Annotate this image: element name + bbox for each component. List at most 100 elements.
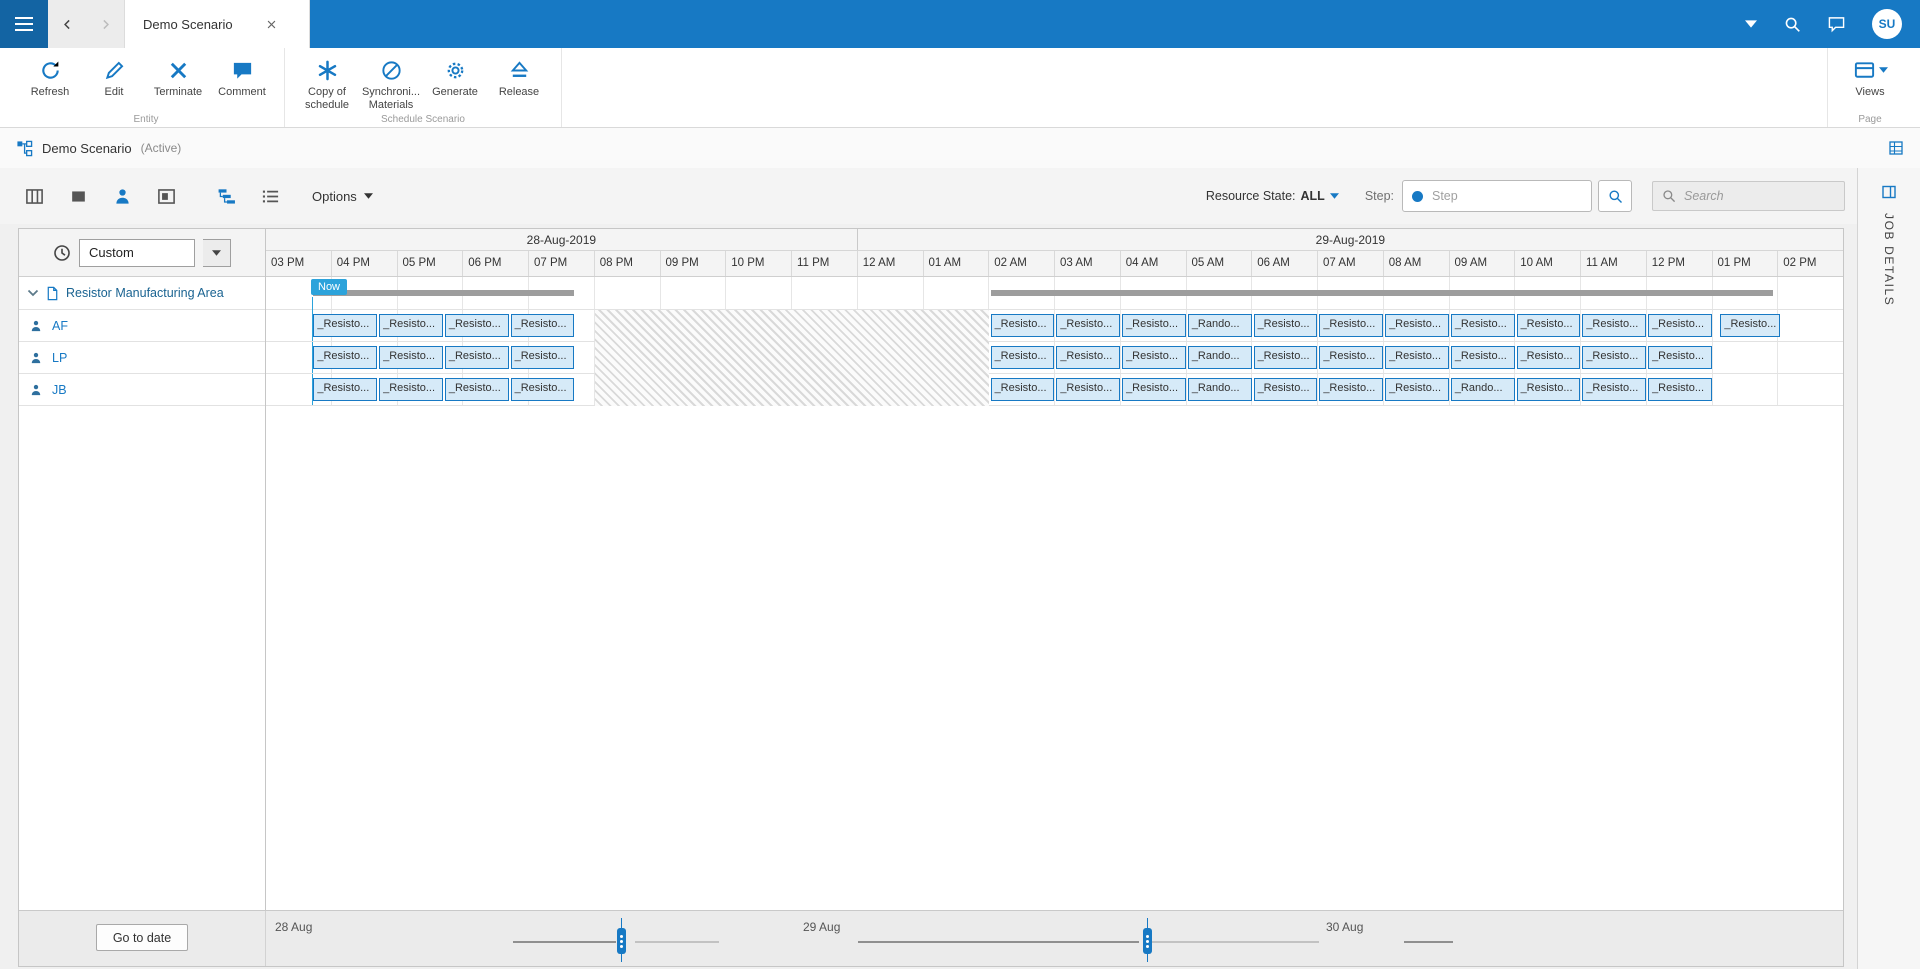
- dropdown-caret-icon[interactable]: [1745, 20, 1757, 28]
- task-bar[interactable]: _Resisto...: [1385, 346, 1449, 369]
- task-bar[interactable]: _Resisto...: [1582, 314, 1646, 337]
- search-input[interactable]: [1684, 189, 1835, 203]
- task-bar[interactable]: _Resisto...: [1254, 314, 1318, 337]
- views-button[interactable]: Views: [1838, 55, 1902, 99]
- task-bar[interactable]: _Resisto...: [1056, 378, 1120, 401]
- task-bar[interactable]: _Resisto...: [1319, 378, 1383, 401]
- task-bar[interactable]: _Resisto...: [1582, 346, 1646, 369]
- hamburger-menu-button[interactable]: [0, 0, 48, 48]
- overview-range-handle[interactable]: [1143, 928, 1152, 954]
- tab-demo-scenario[interactable]: Demo Scenario: [124, 0, 310, 48]
- resource-label-lp[interactable]: LP: [19, 342, 265, 374]
- time-preset-caret-button[interactable]: [203, 239, 231, 267]
- avatar[interactable]: SU: [1872, 9, 1902, 39]
- tab-strip: Demo Scenario: [48, 0, 310, 48]
- blocks-view-button[interactable]: [60, 180, 96, 212]
- task-bar[interactable]: _Resisto...: [1385, 314, 1449, 337]
- forward-button[interactable]: [86, 0, 124, 48]
- chevron-down-icon[interactable]: [27, 289, 39, 297]
- task-bar[interactable]: _Rando...: [1451, 378, 1515, 401]
- search-icon[interactable]: [1784, 16, 1801, 33]
- task-bar[interactable]: _Resisto...: [1517, 346, 1581, 369]
- task-bar[interactable]: _Resisto...: [1122, 314, 1186, 337]
- task-bar[interactable]: _Resisto...: [1122, 346, 1186, 369]
- hour-header-cell: 12 PM: [1647, 251, 1713, 276]
- task-bar[interactable]: _Resisto...: [1517, 378, 1581, 401]
- task-bar[interactable]: _Resisto...: [379, 346, 443, 369]
- refresh-icon: [39, 59, 62, 82]
- task-bar[interactable]: _Resisto...: [511, 346, 575, 369]
- gantt-tree-view-button[interactable]: [208, 180, 244, 212]
- task-bar[interactable]: _Resisto...: [991, 314, 1055, 337]
- task-bar[interactable]: _Resisto...: [445, 378, 509, 401]
- resource-state-value: ALL: [1301, 189, 1325, 203]
- generate-button[interactable]: Generate: [423, 55, 487, 99]
- gantt-tree-view-icon: [217, 187, 236, 206]
- refresh-button[interactable]: Refresh: [18, 55, 82, 99]
- task-bar[interactable]: _Resisto...: [379, 314, 443, 337]
- step-search-button[interactable]: [1598, 180, 1632, 212]
- task-bar[interactable]: _Resisto...: [991, 378, 1055, 401]
- release-button[interactable]: Release: [487, 55, 551, 99]
- task-bar[interactable]: _Resisto...: [379, 378, 443, 401]
- step-input[interactable]: [1432, 189, 1582, 203]
- task-bar[interactable]: _Resisto...: [1648, 346, 1712, 369]
- task-bar[interactable]: _Resisto...: [445, 314, 509, 337]
- edit-button[interactable]: Edit: [82, 55, 146, 99]
- resource-label-af[interactable]: AF: [19, 310, 265, 342]
- terminate-button[interactable]: Terminate: [146, 55, 210, 99]
- synchronize-materials-button[interactable]: Synchroni... Materials: [359, 55, 423, 111]
- tab-close-button[interactable]: [261, 13, 283, 35]
- task-bar[interactable]: _Resisto...: [313, 346, 377, 369]
- task-bar[interactable]: _Resisto...: [1451, 346, 1515, 369]
- task-bar[interactable]: _Resisto...: [1254, 378, 1318, 401]
- task-bar[interactable]: _Resisto...: [1451, 314, 1515, 337]
- frame-view-button[interactable]: [148, 180, 184, 212]
- comment-button[interactable]: Comment: [210, 55, 274, 99]
- back-button[interactable]: [48, 0, 86, 48]
- chat-icon[interactable]: [1828, 16, 1845, 33]
- task-bar[interactable]: _Resisto...: [1648, 378, 1712, 401]
- task-bar[interactable]: _Resisto...: [1056, 346, 1120, 369]
- task-bar[interactable]: _Resisto...: [1122, 378, 1186, 401]
- go-to-date-button[interactable]: Go to date: [96, 924, 188, 951]
- task-bar[interactable]: _Resisto...: [511, 314, 575, 337]
- task-bar[interactable]: _Resisto...: [1254, 346, 1318, 369]
- task-bar[interactable]: _Rando...: [1188, 314, 1252, 337]
- task-bar[interactable]: _Resisto...: [1385, 378, 1449, 401]
- resource-state-filter[interactable]: Resource State: ALL: [1206, 189, 1339, 203]
- time-preset-dropdown[interactable]: Custom: [79, 239, 195, 267]
- release-icon-row: [508, 57, 531, 83]
- copy-of-schedule-button[interactable]: Copy of schedule: [295, 55, 359, 111]
- task-bar[interactable]: _Resisto...: [511, 378, 575, 401]
- task-bar[interactable]: _Resisto...: [991, 346, 1055, 369]
- search-icon: [1662, 189, 1676, 203]
- ribbon-button-label: Comment: [218, 86, 266, 99]
- task-bar[interactable]: _Resisto...: [1517, 314, 1581, 337]
- task-bar[interactable]: _Resisto...: [1582, 378, 1646, 401]
- ribbon-group-page: ViewsPage: [1827, 48, 1912, 127]
- grid-panel-icon[interactable]: [1888, 140, 1904, 156]
- options-button[interactable]: Options: [312, 189, 373, 204]
- overview-range-handle[interactable]: [617, 928, 626, 954]
- group-row-label[interactable]: Resistor Manufacturing Area: [19, 277, 265, 310]
- job-details-panel[interactable]: JOB DETAILS: [1857, 168, 1920, 969]
- resource-state-label: Resource State:: [1206, 189, 1296, 203]
- task-bar[interactable]: _Rando...: [1188, 346, 1252, 369]
- list-view-button[interactable]: [252, 180, 288, 212]
- task-bar[interactable]: _Resisto...: [1056, 314, 1120, 337]
- resource-view-button[interactable]: [104, 180, 140, 212]
- panel-toggle-icon[interactable]: [1881, 184, 1897, 200]
- task-bar[interactable]: _Resisto...: [1319, 346, 1383, 369]
- task-bar[interactable]: _Rando...: [1188, 378, 1252, 401]
- gantt-left-panel: Custom Resistor Manufacturing Area AFLPJ…: [19, 229, 266, 910]
- columns-view-button[interactable]: [16, 180, 52, 212]
- resource-label-jb[interactable]: JB: [19, 374, 265, 406]
- task-bar[interactable]: _Resisto...: [1720, 314, 1779, 337]
- task-bar[interactable]: _Resisto...: [313, 314, 377, 337]
- task-bar[interactable]: _Resisto...: [313, 378, 377, 401]
- task-bar[interactable]: _Resisto...: [445, 346, 509, 369]
- columns-view-icon: [25, 187, 44, 206]
- task-bar[interactable]: _Resisto...: [1319, 314, 1383, 337]
- task-bar[interactable]: _Resisto...: [1648, 314, 1712, 337]
